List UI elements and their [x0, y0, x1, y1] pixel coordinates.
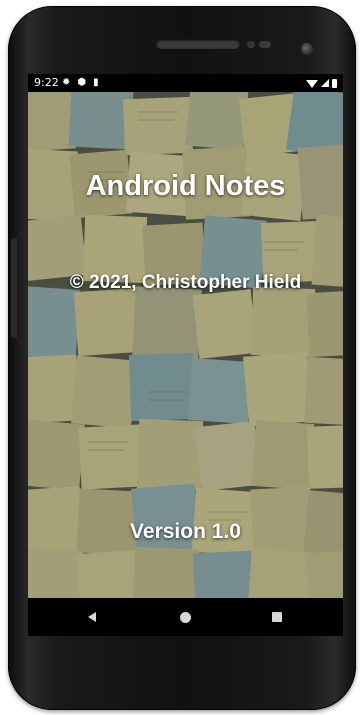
copyright-text: © 2021, Christopher Hield [69, 272, 302, 293]
device-screen: 9:22 ✹ ⬢ ▮ Android Notes © 2021, Christo… [28, 74, 343, 636]
home-icon[interactable] [180, 612, 191, 623]
proximity-sensor [247, 41, 255, 48]
recents-icon[interactable] [272, 612, 282, 622]
side-button [11, 238, 17, 338]
battery-icon [332, 78, 337, 88]
status-time: 9:22 [34, 76, 59, 89]
sd-card-icon: ▮ [93, 77, 99, 88]
version-text: Version 1.0 [130, 520, 241, 543]
status-bar: 9:22 ✹ ⬢ ▮ [28, 74, 343, 92]
status-left-icons: ✹ ⬢ ▮ [62, 74, 99, 92]
splash-screen[interactable]: Android Notes © 2021, Christopher Hield … [28, 92, 343, 598]
navigation-bar [28, 598, 343, 636]
light-sensor [259, 41, 271, 48]
front-camera [301, 43, 313, 55]
app-title: Android Notes [85, 170, 286, 202]
gear-icon: ✹ [62, 77, 71, 88]
wifi-icon [306, 80, 318, 88]
earpiece-speaker [156, 39, 240, 49]
cell-signal-icon [321, 79, 329, 87]
status-right-icons [306, 74, 337, 92]
back-icon[interactable] [88, 612, 96, 622]
shield-icon: ⬢ [77, 77, 87, 88]
